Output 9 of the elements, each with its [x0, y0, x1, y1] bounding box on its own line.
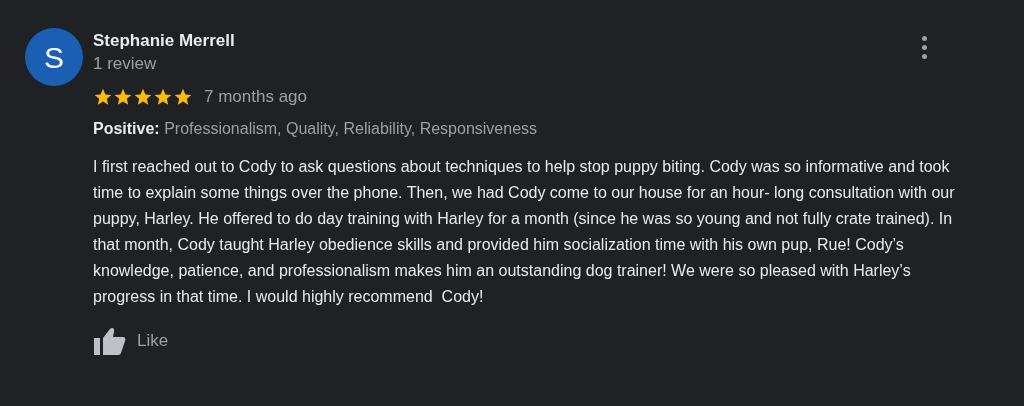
review-text: I first reached out to Cody to ask questions about techniques to help stop puppy biting. Cody was so informative and took time to explain some things over the phone. Then, we had Cody come to our house for an hour- long consultation with our puppy, Harley. He offered to do day training with Harley for a month (since he was so young and not fully crate trained). In that month, Cody taught Harley obedience skills and provided him socialization time with his own pup, Rue! Cody’s knowledge, patience, and professionalism makes him an outstanding dog trainer! We were so pleased with Harley’s progress in that time. I would highly recommend Cody! — [93, 156, 956, 307]
avatar: S — [25, 28, 83, 86]
author-name[interactable]: Stephanie Merrell — [93, 30, 235, 52]
review-count: 1 review — [93, 53, 158, 75]
like-button[interactable]: Like — [93, 325, 169, 356]
thumbs-up-icon — [93, 325, 127, 356]
more-options-icon[interactable] — [920, 34, 929, 61]
review-attributes: Positive: Professionalism, Quality, Reliability, Responsiveness — [93, 118, 539, 139]
review-time: 7 months ago — [204, 86, 307, 108]
